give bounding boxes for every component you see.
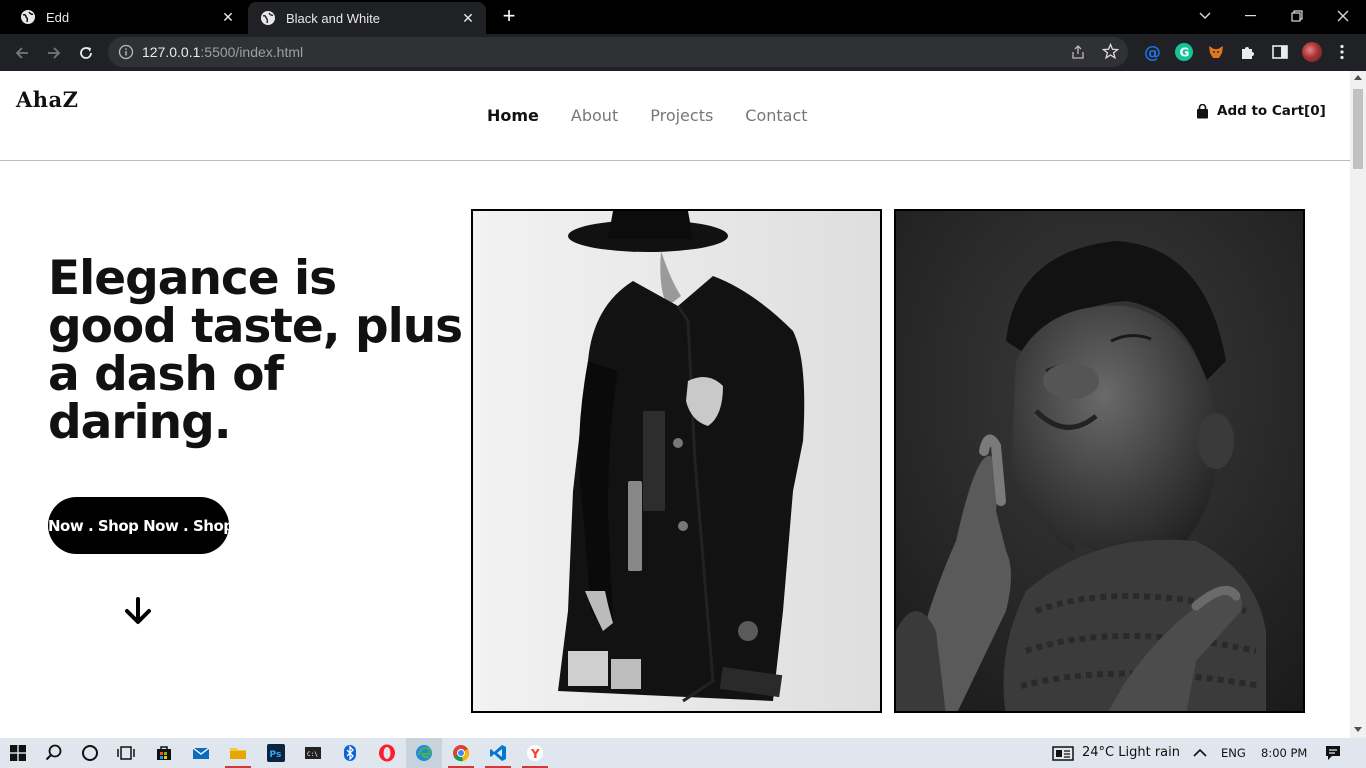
page-scrollbar[interactable] <box>1350 71 1366 738</box>
close-window-icon[interactable] <box>1320 0 1366 32</box>
tab-black-and-white[interactable]: Black and White ✕ <box>248 2 486 34</box>
arrow-down-icon[interactable] <box>122 595 154 631</box>
restore-icon[interactable] <box>1274 0 1320 32</box>
scroll-thumb[interactable] <box>1353 89 1363 169</box>
edge-icon[interactable] <box>415 744 433 762</box>
clock[interactable]: 8:00 PM <box>1261 746 1307 760</box>
metamask-fox-icon[interactable] <box>1207 43 1225 61</box>
hero-image-man-in-coat <box>471 209 882 713</box>
language-indicator[interactable]: ENG <box>1221 746 1246 760</box>
svg-text:Y: Y <box>530 747 540 761</box>
nav-projects[interactable]: Projects <box>650 106 713 125</box>
shopping-bag-icon <box>1197 103 1208 118</box>
back-icon[interactable] <box>11 42 33 64</box>
cart-label: Add to Cart <box>1217 103 1305 119</box>
extension-at-icon[interactable]: @ <box>1143 43 1161 63</box>
grammarly-icon[interactable]: G <box>1175 43 1193 61</box>
hero-image-portrait <box>894 209 1305 713</box>
yandex-icon[interactable]: Y <box>526 744 544 762</box>
nav-contact[interactable]: Contact <box>745 106 807 125</box>
svg-text:Ps: Ps <box>270 750 282 760</box>
chrome-menu-icon[interactable] <box>1333 43 1351 61</box>
tray-chevron-up-icon[interactable] <box>1191 744 1209 762</box>
add-to-cart-button[interactable]: Add to Cart [0] <box>1196 103 1326 119</box>
cart-count: [0] <box>1304 103 1326 119</box>
url-text: 127.0.0.1:5500/index.html <box>142 44 304 60</box>
bookmark-star-icon[interactable] <box>1101 42 1120 64</box>
tab-edd[interactable]: Edd ✕ <box>8 0 246 34</box>
shop-now-marquee-text: Now . Shop Now . Shop <box>48 516 229 535</box>
close-tab-icon[interactable]: ✕ <box>460 10 476 26</box>
notifications-icon[interactable] <box>1324 744 1342 762</box>
chrome-icon[interactable] <box>452 744 470 762</box>
globe-icon <box>21 10 35 24</box>
browser-toolbar: 127.0.0.1:5500/index.html @ G <box>0 34 1366 71</box>
header-divider <box>0 160 1350 161</box>
bluetooth-icon[interactable] <box>341 744 359 762</box>
search-icon[interactable] <box>45 744 63 762</box>
tab-title: Black and White <box>286 10 380 26</box>
main-nav: Home About Projects Contact <box>487 106 808 125</box>
windows-start-icon[interactable] <box>9 744 27 762</box>
site-logo[interactable]: AhaZ <box>16 87 79 112</box>
svg-text:G: G <box>1180 46 1190 60</box>
shop-now-button[interactable]: Now . Shop Now . Shop <box>48 497 229 554</box>
web-page: AhaZ Home About Projects Contact Add to … <box>0 71 1350 738</box>
photoshop-icon[interactable]: Ps <box>267 744 285 762</box>
mail-icon[interactable] <box>192 744 210 762</box>
profile-avatar[interactable] <box>1302 42 1322 62</box>
new-tab-button[interactable]: + <box>498 5 520 28</box>
store-icon[interactable] <box>155 744 173 762</box>
windows-taskbar: Ps C:\ Y 24°C Light rain ENG 8:00 PM <box>0 738 1366 768</box>
weather-text[interactable]: 24°C Light rain <box>1082 745 1180 760</box>
nav-home[interactable]: Home <box>487 106 539 125</box>
globe-icon <box>261 11 275 25</box>
close-tab-icon[interactable]: ✕ <box>220 9 236 25</box>
side-panel-icon[interactable] <box>1271 43 1289 61</box>
minimize-icon[interactable] <box>1228 0 1274 32</box>
tab-title: Edd <box>46 9 70 25</box>
hero-headline: Elegance is good taste, plus a dash of d… <box>48 251 463 450</box>
cortana-icon[interactable] <box>81 744 99 762</box>
reload-icon[interactable] <box>75 42 97 64</box>
extensions-puzzle-icon[interactable] <box>1239 43 1257 61</box>
task-view-icon[interactable] <box>117 744 135 762</box>
terminal-icon[interactable]: C:\ <box>304 744 322 762</box>
weather-news-icon[interactable] <box>1052 744 1074 762</box>
file-explorer-icon[interactable] <box>229 744 247 762</box>
nav-about[interactable]: About <box>571 106 618 125</box>
forward-icon[interactable] <box>43 42 65 64</box>
scroll-down-arrow-icon[interactable] <box>1354 727 1362 732</box>
scroll-up-arrow-icon[interactable] <box>1354 75 1362 80</box>
browser-tab-strip: Edd ✕ Black and White ✕ + <box>0 0 1366 34</box>
address-bar[interactable]: 127.0.0.1:5500/index.html <box>108 37 1128 67</box>
tab-search-icon[interactable] <box>1182 0 1228 32</box>
vscode-icon[interactable] <box>489 744 507 762</box>
opera-icon[interactable] <box>378 744 396 762</box>
svg-text:C:\: C:\ <box>307 751 318 758</box>
svg-text:@: @ <box>1144 43 1161 61</box>
share-icon[interactable] <box>1070 44 1086 64</box>
site-info-icon[interactable] <box>118 44 134 60</box>
